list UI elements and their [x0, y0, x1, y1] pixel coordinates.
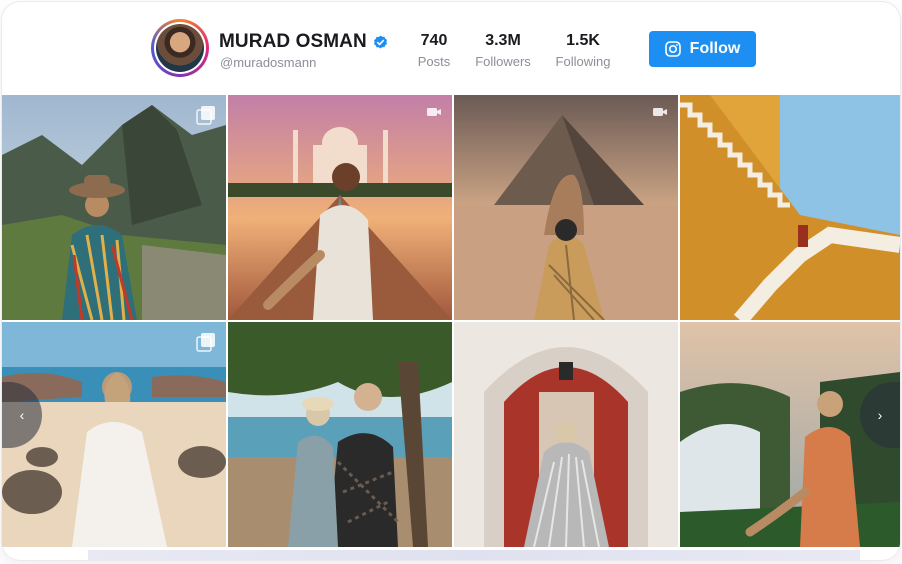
- post-tile[interactable]: [228, 95, 452, 320]
- video-icon: [427, 108, 441, 116]
- post-image: [680, 95, 900, 320]
- chevron-left-icon: ‹: [19, 407, 25, 423]
- profile-handle: @muradosmann: [220, 55, 317, 70]
- post-image: [228, 322, 452, 547]
- avatar-photo: [156, 24, 204, 72]
- profile-name[interactable]: MURAD OSMAN: [219, 31, 367, 53]
- post-grid: ‹ ›: [2, 95, 900, 547]
- post-image: [454, 322, 678, 547]
- instagram-widget: MURAD OSMAN @muradosmann 740 Posts 3.3M …: [2, 2, 900, 560]
- stat-label: Posts: [417, 54, 451, 69]
- post-image: [454, 95, 678, 320]
- stat-followers: 3.3M Followers: [470, 32, 536, 69]
- post-image: [228, 95, 452, 320]
- stat-value: 1.5K: [566, 32, 600, 49]
- post-tile[interactable]: [454, 95, 678, 320]
- video-icon: [653, 108, 667, 116]
- stat-label: Following: [555, 54, 611, 69]
- stat-following: 1.5K Following: [551, 32, 615, 69]
- stat-value: 740: [420, 32, 448, 49]
- carousel-icon: [196, 106, 215, 125]
- profile-header: MURAD OSMAN @muradosmann 740 Posts 3.3M …: [2, 2, 900, 94]
- chevron-right-icon: ›: [877, 407, 883, 423]
- stat-posts: 740 Posts: [414, 32, 454, 69]
- verified-badge-icon: [373, 35, 387, 48]
- post-image: [2, 95, 226, 320]
- post-tile[interactable]: [454, 322, 678, 547]
- card-shadow: [88, 550, 860, 560]
- carousel-icon: [196, 333, 215, 352]
- post-tile[interactable]: [228, 322, 452, 547]
- follow-button[interactable]: Follow: [649, 31, 756, 67]
- stat-value: 3.3M: [485, 32, 521, 49]
- post-tile[interactable]: [680, 95, 900, 320]
- stat-label: Followers: [475, 54, 531, 69]
- follow-button-label: Follow: [689, 40, 741, 57]
- instagram-icon: [664, 41, 681, 57]
- post-tile[interactable]: [2, 95, 226, 320]
- avatar[interactable]: [151, 19, 209, 77]
